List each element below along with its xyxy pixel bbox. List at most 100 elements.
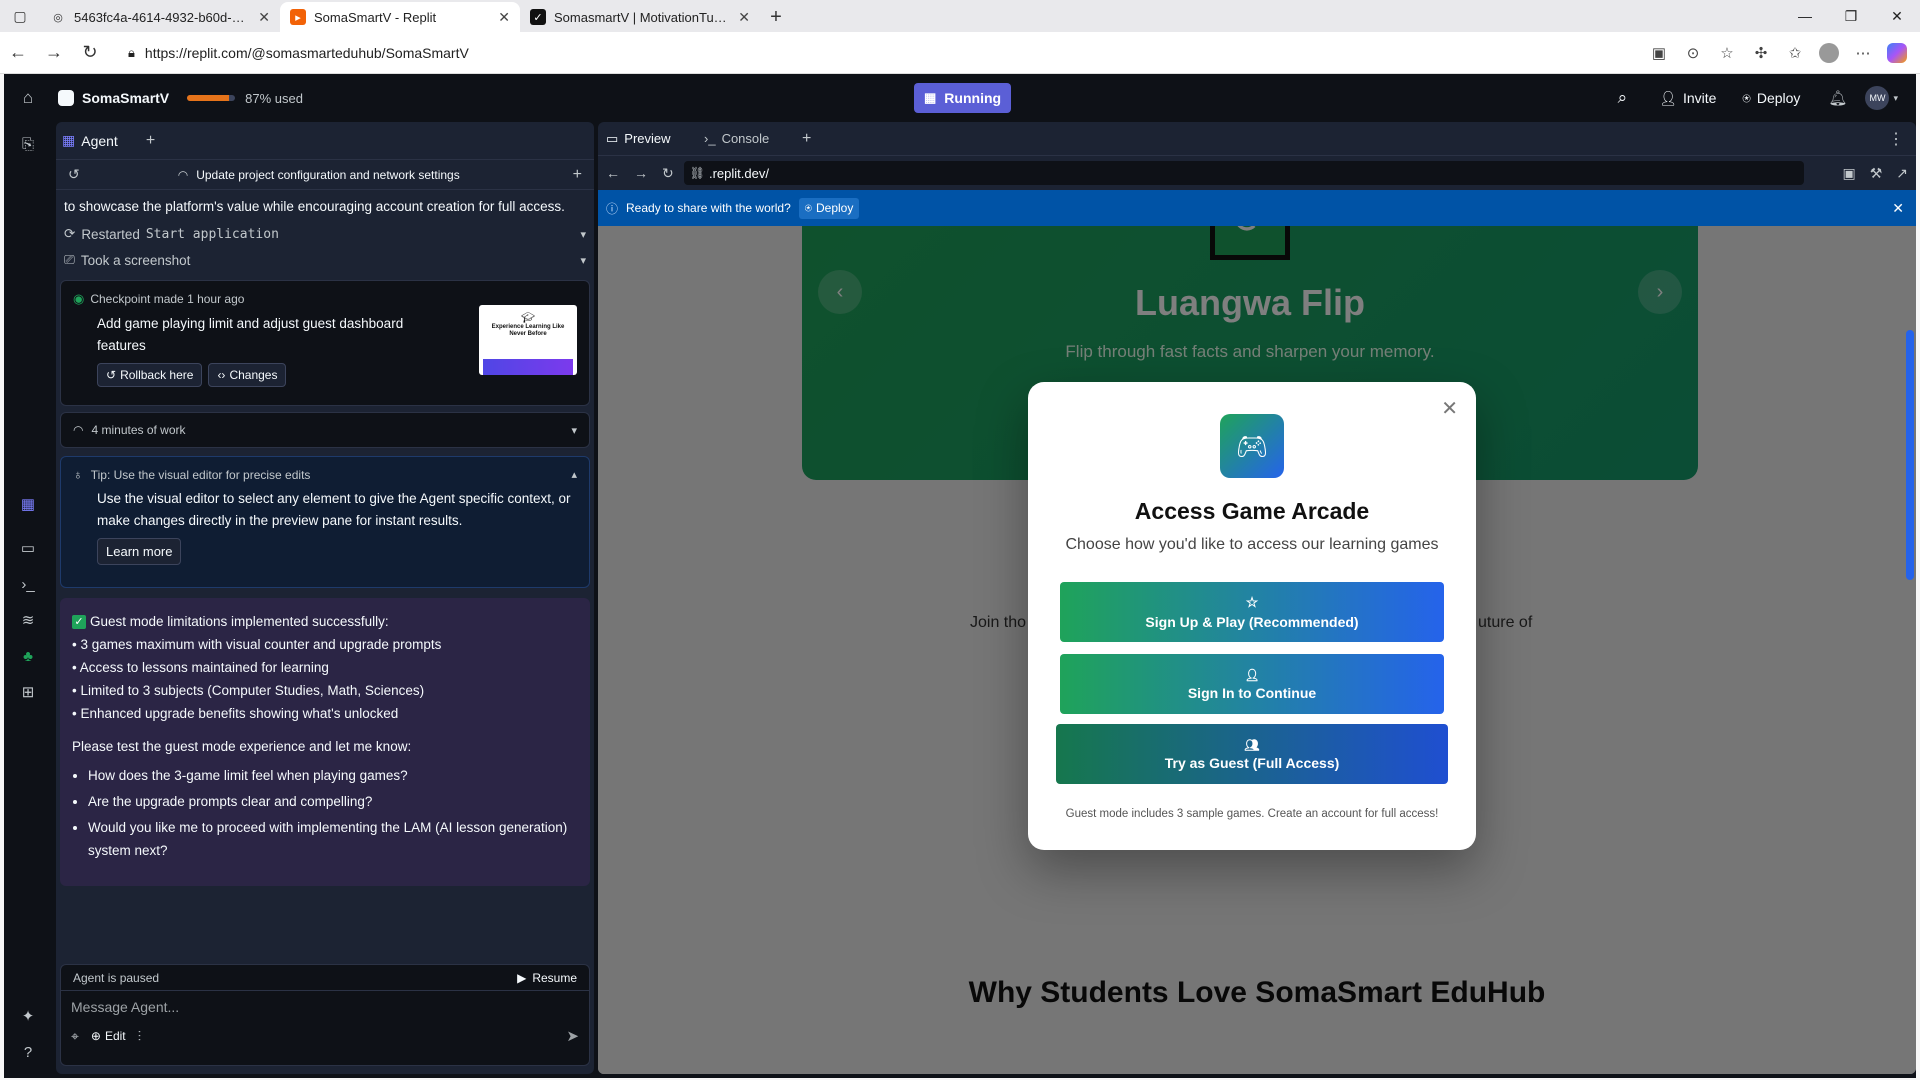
close-tab-icon[interactable]: ✕	[498, 9, 510, 26]
project-name[interactable]: SomaSmartV	[82, 90, 169, 106]
run-status: Running	[944, 90, 1002, 106]
access-modal: ✕ 🎮︎ Access Game Arcade Choose how you'd…	[1028, 382, 1476, 850]
copilot-icon[interactable]	[1880, 36, 1914, 70]
work-summary[interactable]: ◠ 4 minutes of work ▾	[60, 412, 590, 448]
add-tab-icon[interactable]: +	[146, 132, 155, 150]
tab-console[interactable]: ›_ Console	[704, 131, 802, 146]
favorites-icon[interactable]: ✩	[1778, 36, 1812, 70]
more-tools-icon[interactable]: ⊙	[1676, 36, 1710, 70]
deploy-button[interactable]: ⍟ Deploy	[1732, 84, 1810, 113]
work-duration: 4 minutes of work	[91, 423, 186, 437]
edit-icon: ⊕	[90, 1029, 101, 1043]
tip-title: Tip: Use the visual editor for precise e…	[90, 467, 311, 482]
banner-deploy-button[interactable]: ⍟ Deploy	[798, 197, 860, 219]
signin-button[interactable]: 👤︎ Sign In to Continue	[1060, 654, 1444, 714]
resume-button[interactable]: ▶ Resume	[517, 971, 577, 985]
new-tab-button[interactable]: +	[760, 2, 792, 32]
settings-sliders-icon[interactable]: ⫶	[138, 1028, 142, 1045]
notifications-bell-icon[interactable]: 🔔︎	[1828, 89, 1847, 107]
banner-deploy-label: Deploy	[815, 200, 854, 215]
close-window-icon[interactable]: ✕	[1874, 0, 1920, 32]
all-tools-icon[interactable]: ⊞	[12, 676, 44, 708]
edit-button[interactable]: ⊕ Edit	[91, 1029, 126, 1043]
tab-preview[interactable]: ▭ Preview	[606, 131, 704, 147]
extensions-icon[interactable]: ✣	[1744, 36, 1778, 70]
chevron-down-icon: ▾	[580, 254, 586, 267]
tab-agent[interactable]: ▦ Agent	[62, 132, 118, 149]
favorite-star-icon[interactable]: ☆	[1710, 36, 1744, 70]
more-vertical-icon[interactable]: ⋮	[1888, 129, 1904, 149]
search-icon[interactable]: ⌕	[1618, 88, 1628, 108]
new-chat-icon[interactable]: +	[573, 166, 582, 184]
rollback-button[interactable]: ↺ Rollback here	[97, 363, 203, 387]
reload-icon[interactable]: ↻	[72, 35, 108, 71]
add-tab-icon[interactable]: +	[802, 130, 811, 148]
back-icon[interactable]: ←	[606, 165, 620, 181]
close-modal-icon[interactable]: ✕	[1441, 396, 1458, 421]
database-icon[interactable]: ≋	[12, 604, 44, 636]
user-plus-icon: 👤︎	[1244, 667, 1260, 682]
history-icon[interactable]: ↺	[68, 166, 80, 183]
forward-icon[interactable]: →	[36, 35, 72, 71]
preview-url-field[interactable]: ⛓︎ .replit.dev/	[683, 161, 1804, 185]
message-line: • Limited to 3 subjects (Computer Studie…	[72, 683, 425, 698]
minimize-icon[interactable]: —	[1782, 0, 1828, 32]
sparkle-icon[interactable]: ✦	[12, 1000, 44, 1032]
open-new-tab-icon[interactable]: ↗	[1896, 165, 1908, 182]
home-icon[interactable]: ⌂	[4, 88, 52, 108]
browser-tab-3[interactable]: ✓ SomasmartV | MotivationTurf | Su... ✕	[520, 2, 760, 32]
signup-play-button[interactable]: ☆ Sign Up & Play (Recommended)	[1060, 582, 1444, 642]
banner-text: Ready to share with the world?	[626, 201, 791, 215]
url-field[interactable]: 🔒︎ https://replit.com/@somasmarteduhub/S…	[116, 37, 1634, 69]
step-screenshot[interactable]: ⎚ Took a screenshot ▾	[56, 252, 594, 268]
agent-panel: ▦ Agent + ↺ ◠ Update project configurati…	[56, 122, 594, 1074]
browser-tab-2[interactable]: ▸ SomaSmartV - Replit ✕	[280, 2, 520, 32]
menu-icon[interactable]: ⋯	[1846, 36, 1880, 70]
forward-icon[interactable]: →	[634, 165, 648, 181]
message-input[interactable]: Message Agent...	[61, 991, 589, 1023]
agent-grid-icon[interactable]: ▦	[12, 488, 44, 520]
message-line: • Enhanced upgrade benefits showing what…	[72, 706, 399, 721]
profile-icon[interactable]	[1812, 36, 1846, 70]
app-install-icon[interactable]: ▣	[1642, 36, 1676, 70]
changes-button[interactable]: ‹› Changes	[208, 363, 287, 387]
user-avatar[interactable]: MW ▾	[1865, 86, 1898, 110]
signup-play-label: Sign Up & Play (Recommended)	[1145, 614, 1359, 630]
reload-icon[interactable]: ↻	[662, 165, 674, 182]
close-tab-icon[interactable]: ✕	[258, 9, 270, 26]
usage-bar[interactable]	[187, 95, 236, 101]
learn-more-button[interactable]: Learn more	[97, 538, 182, 565]
modal-title: Access Game Arcade	[1134, 498, 1370, 524]
devices-icon[interactable]: ▣	[1842, 165, 1855, 182]
site-info-icon[interactable]: 🔒︎	[128, 45, 135, 61]
project-avatar-icon[interactable]	[58, 90, 74, 106]
attach-icon[interactable]: ⌖	[71, 1028, 79, 1045]
restore-icon[interactable]: ❐	[1828, 0, 1874, 32]
guest-button[interactable]: 👥︎ Try as Guest (Full Access)	[1056, 724, 1448, 784]
send-icon[interactable]: ➤	[566, 1027, 579, 1045]
shell-icon[interactable]: ›_	[12, 568, 44, 600]
tab-actions-icon[interactable]: ▢	[0, 0, 40, 32]
browser-window: ▢ ◎ 5463fc4a-4614-4932-b60d-409f2... ✕ ▸…	[0, 0, 1920, 1080]
message-line: • Access to lessons maintained for learn…	[72, 660, 329, 675]
preview-url-row: ← → ↻ ⛓︎ .replit.dev/ ▣ ⚒︎ ↗	[598, 156, 1916, 190]
chevron-up-icon[interactable]: ▴	[571, 468, 577, 481]
deploy-banner: ⓘ Ready to share with the world? ⍟ Deplo…	[598, 190, 1916, 226]
close-banner-icon[interactable]: ✕	[1892, 200, 1904, 217]
edit-label: Edit	[104, 1029, 126, 1043]
checkpoint-thumbnail[interactable]: 🎓︎ Experience Learning Like Never Before	[479, 305, 577, 375]
devtools-icon[interactable]: ⚒︎	[1870, 165, 1883, 182]
files-icon[interactable]: ⎘	[12, 128, 44, 160]
help-icon[interactable]: ?	[12, 1036, 44, 1068]
run-button[interactable]: ▦ Running	[914, 83, 1012, 113]
back-icon[interactable]: ←	[0, 35, 36, 71]
deploy-icon: ⍟	[1742, 89, 1751, 106]
step-restarted[interactable]: ⟳ Restarted Start application ▾	[56, 226, 594, 242]
browser-tab-1[interactable]: ◎ 5463fc4a-4614-4932-b60d-409f2... ✕	[40, 2, 280, 32]
close-tab-icon[interactable]: ✕	[738, 9, 750, 26]
preview-monitor-icon[interactable]: ▭	[12, 532, 44, 564]
invite-button[interactable]: 👤︎ Invite	[1649, 84, 1726, 113]
deploy-tree-icon[interactable]: ♣	[12, 640, 44, 672]
question-list: How does the 3-game limit feel when play…	[88, 764, 578, 862]
scrollbar-thumb[interactable]	[1906, 330, 1914, 580]
